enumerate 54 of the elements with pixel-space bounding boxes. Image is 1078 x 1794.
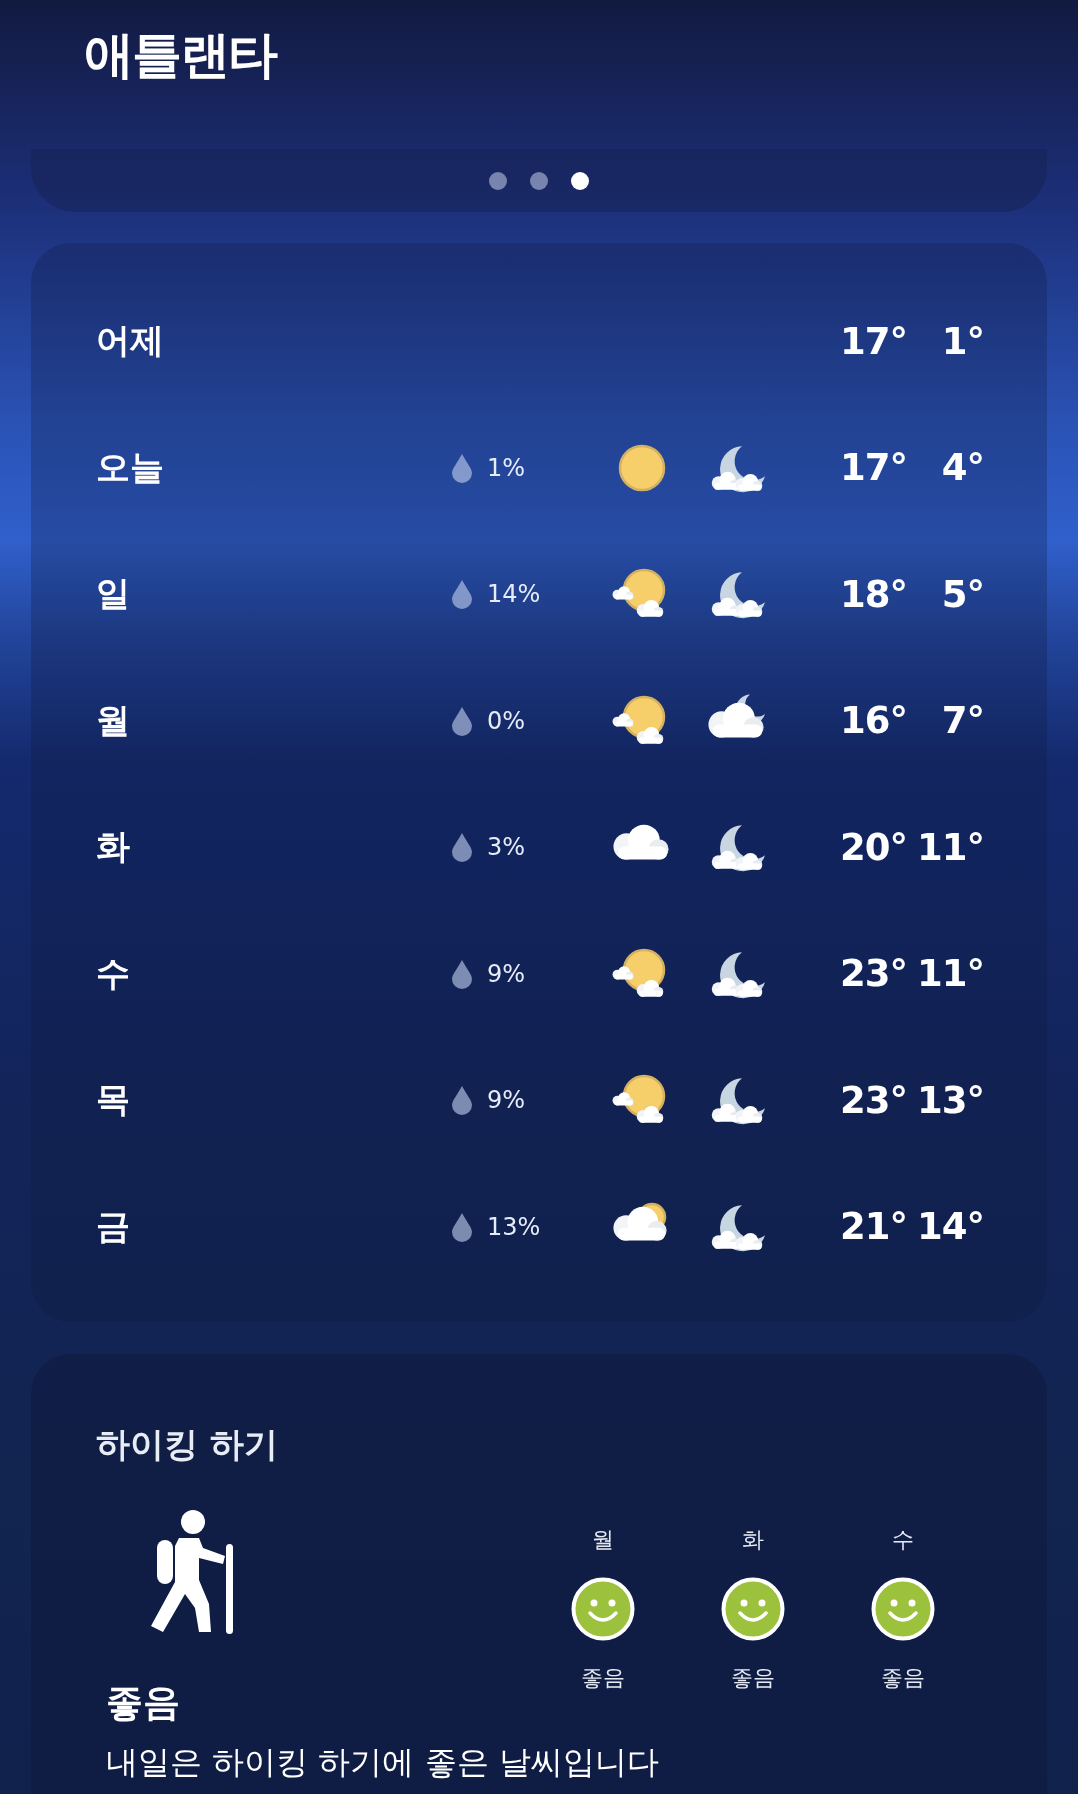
day-label: 일 — [96, 572, 130, 616]
low-temperature: 7° — [941, 699, 984, 743]
low-temperature: 11° — [917, 825, 984, 869]
precipitation-chance: 3% — [486, 833, 526, 862]
low-temperature: 13° — [917, 1078, 984, 1122]
day-label: 수 — [892, 1527, 914, 1553]
day-label: 금 — [96, 1204, 130, 1248]
page-dot[interactable] — [489, 171, 507, 190]
hiking-summary: 내일은 하이킹 하기에 좋은 날씨입니다 — [106, 1742, 659, 1782]
low-temperature: 4° — [941, 446, 984, 490]
day-label: 화 — [742, 1527, 764, 1553]
low-temperature: 1° — [941, 319, 984, 363]
precipitation-chance: 9% — [486, 1086, 526, 1115]
rating-title: 좋음 — [106, 1681, 180, 1725]
precipitation-chance: 0% — [486, 706, 526, 735]
high-temperature: 23° — [840, 1078, 907, 1122]
precipitation-chance: 13% — [486, 1212, 541, 1241]
smiley-icon — [871, 1577, 935, 1641]
raindrop-icon — [451, 705, 473, 736]
day-label: 화 — [96, 825, 130, 869]
raindrop-icon — [451, 1085, 473, 1116]
rating-label: 좋음 — [881, 1665, 925, 1691]
high-temperature: 16° — [840, 699, 907, 743]
smiley-icon — [571, 1577, 635, 1641]
raindrop-icon — [451, 832, 473, 863]
section-title: 하이킹 하기 — [96, 1424, 278, 1464]
raindrop-icon — [451, 1211, 473, 1242]
rating-label: 좋음 — [731, 1665, 775, 1691]
day-label: 목 — [96, 1078, 130, 1122]
precipitation-chance: 14% — [486, 580, 541, 609]
day-label: 어제 — [96, 319, 164, 363]
high-temperature: 18° — [840, 572, 907, 616]
smiley-icon — [721, 1577, 785, 1641]
high-temperature: 21° — [840, 1205, 907, 1249]
raindrop-icon — [451, 452, 473, 483]
day-label: 오늘 — [96, 445, 164, 489]
high-temperature: 23° — [840, 952, 907, 996]
page-dot[interactable] — [530, 171, 548, 190]
rating-label: 좋음 — [581, 1665, 625, 1691]
page-dot[interactable] — [571, 171, 589, 190]
low-temperature: 14° — [917, 1205, 984, 1249]
low-temperature: 5° — [941, 572, 984, 616]
raindrop-icon — [451, 579, 473, 610]
low-temperature: 11° — [917, 952, 984, 996]
day-label: 수 — [96, 951, 130, 995]
precipitation-chance: 1% — [486, 453, 526, 482]
city-title: 애틀랜타 — [84, 25, 276, 85]
day-label: 월 — [592, 1527, 614, 1553]
high-temperature: 17° — [840, 319, 907, 363]
high-temperature: 17° — [840, 446, 907, 490]
high-temperature: 20° — [840, 825, 907, 869]
day-label: 월 — [96, 698, 130, 742]
precipitation-chance: 9% — [486, 959, 526, 988]
raindrop-icon — [451, 958, 473, 989]
